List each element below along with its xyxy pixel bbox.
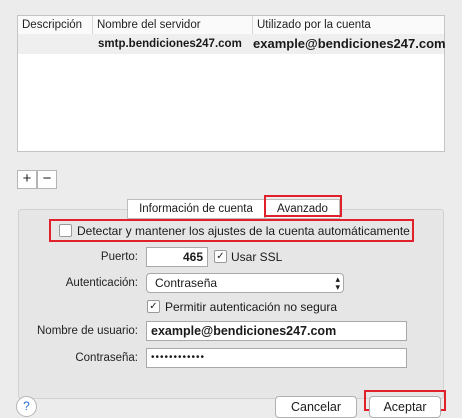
port-label: Puerto: — [100, 251, 138, 263]
remove-server-button[interactable]: − — [37, 170, 57, 189]
password-label: Contraseña: — [75, 352, 138, 364]
allow-insecure-auth-checkbox[interactable]: ✓ — [147, 300, 160, 313]
chevron-up-down-icon: ▴ ▾ — [335, 274, 340, 292]
authentication-selected-value: Contraseña — [155, 276, 218, 290]
help-button[interactable]: ? — [16, 396, 37, 417]
tab-highlight-box — [264, 195, 342, 217]
row-account: example@bendiciones247.com — [253, 36, 446, 51]
row-description — [22, 34, 92, 54]
authentication-label: Autenticación: — [65, 277, 138, 289]
port-field[interactable]: 465 — [146, 247, 208, 267]
allow-insecure-auth-label: Permitir autenticación no segura — [165, 300, 338, 314]
username-label: Nombre de usuario: — [37, 325, 138, 337]
password-field[interactable]: •••••••••••• — [146, 348, 407, 368]
add-server-button[interactable]: + — [17, 170, 37, 189]
authentication-select[interactable]: Contraseña ▴ ▾ — [146, 273, 344, 293]
use-ssl-checkbox[interactable]: ✓ — [214, 250, 227, 263]
auto-detect-label: Detectar y mantener los ajustes de la cu… — [77, 224, 410, 238]
column-header-used-by-account[interactable]: Utilizado por la cuenta — [252, 16, 446, 34]
column-header-server-name[interactable]: Nombre del servidor — [92, 16, 252, 34]
auto-detect-checkbox[interactable] — [59, 224, 72, 237]
table-header: Descripción Nombre del servidor Utilizad… — [18, 16, 444, 35]
smtp-server-table[interactable]: Descripción Nombre del servidor Utilizad… — [17, 15, 446, 152]
tab-account-info[interactable]: Información de cuenta — [127, 199, 265, 219]
table-row[interactable]: smtp.bendiciones247.com example@bendicio… — [18, 34, 446, 54]
accept-button[interactable]: Aceptar — [369, 396, 441, 418]
column-header-description[interactable]: Descripción — [18, 16, 92, 34]
use-ssl-label: Usar SSL — [231, 250, 283, 264]
cancel-button[interactable]: Cancelar — [275, 396, 357, 418]
username-field[interactable]: example@bendiciones247.com — [146, 321, 407, 341]
row-server-name: smtp.bendiciones247.com — [98, 38, 242, 50]
